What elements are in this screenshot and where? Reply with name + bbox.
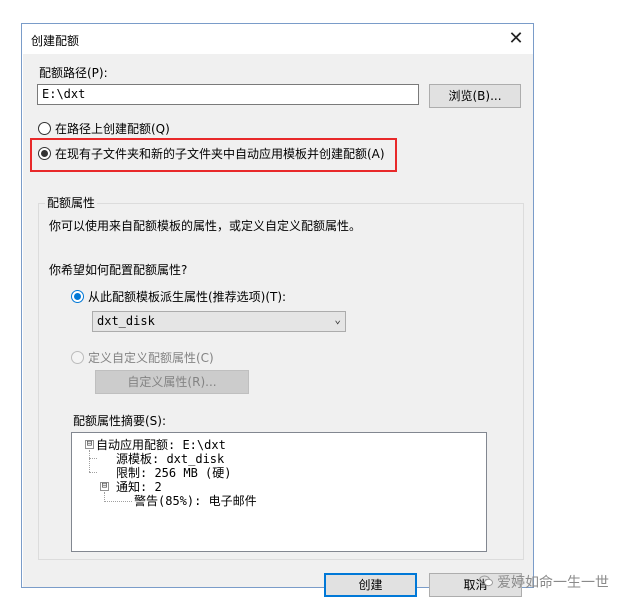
close-icon[interactable]: ✕	[503, 27, 529, 51]
properties-description: 你可以使用来自配额模板的属性，或定义自定义配额属性。	[49, 219, 362, 233]
collapse-icon[interactable]: ⊟	[100, 482, 109, 491]
tree-node-warning[interactable]: 警告(85%): 电子邮件	[134, 492, 257, 509]
properties-question: 你希望如何配置配额属性?	[49, 263, 188, 277]
chevron-down-icon: ⌄	[334, 313, 341, 326]
auto-apply-radio[interactable]	[38, 147, 51, 160]
custom-properties-label[interactable]: 定义自定义配额属性(C)	[88, 349, 214, 366]
quota-path-label: 配额路径(P):	[39, 66, 108, 80]
title-bar: 创建配额 ✕	[22, 24, 533, 54]
create-on-path-label[interactable]: 在路径上创建配额(Q)	[55, 120, 170, 137]
dialog-title: 创建配额	[31, 34, 80, 48]
wechat-icon	[479, 575, 493, 587]
custom-properties-button[interactable]: 自定义属性(R)...	[95, 370, 249, 394]
tree-connector	[89, 458, 97, 459]
quota-path-input[interactable]: E:\dxt	[37, 84, 419, 105]
auto-apply-label[interactable]: 在现有子文件夹和新的子文件夹中自动应用模板并创建配额(A)	[55, 145, 385, 162]
template-select-value: dxt_disk	[97, 314, 155, 328]
create-quota-dialog: 创建配额 ✕ 配额路径(P): E:\dxt 浏览(B)... 在路径上创建配额…	[21, 23, 534, 597]
quota-properties-title: 配额属性	[45, 194, 98, 211]
tree-connector	[104, 501, 132, 502]
browse-button[interactable]: 浏览(B)...	[429, 84, 521, 108]
dialog-body: 配额路径(P): E:\dxt 浏览(B)... 在路径上创建配额(Q) 在现有…	[23, 54, 533, 597]
properties-summary-tree[interactable]: ⊟ 自动应用配额: E:\dxt 源模板: dxt_disk 限制: 256 M…	[71, 432, 487, 552]
watermark-text: 爱婷如命一生一世	[497, 575, 609, 591]
collapse-icon[interactable]: ⊟	[85, 440, 94, 449]
derive-from-template-radio[interactable]	[71, 290, 84, 303]
derive-from-template-label[interactable]: 从此配额模板派生属性(推荐选项)(T):	[88, 288, 286, 305]
summary-label: 配额属性摘要(S):	[73, 414, 167, 428]
create-on-path-radio[interactable]	[38, 122, 51, 135]
custom-properties-radio[interactable]	[71, 351, 84, 364]
tree-connector	[89, 450, 90, 472]
tree-connector	[89, 472, 97, 473]
create-button[interactable]: 创建	[324, 573, 417, 597]
template-select[interactable]: dxt_disk ⌄	[92, 311, 346, 332]
